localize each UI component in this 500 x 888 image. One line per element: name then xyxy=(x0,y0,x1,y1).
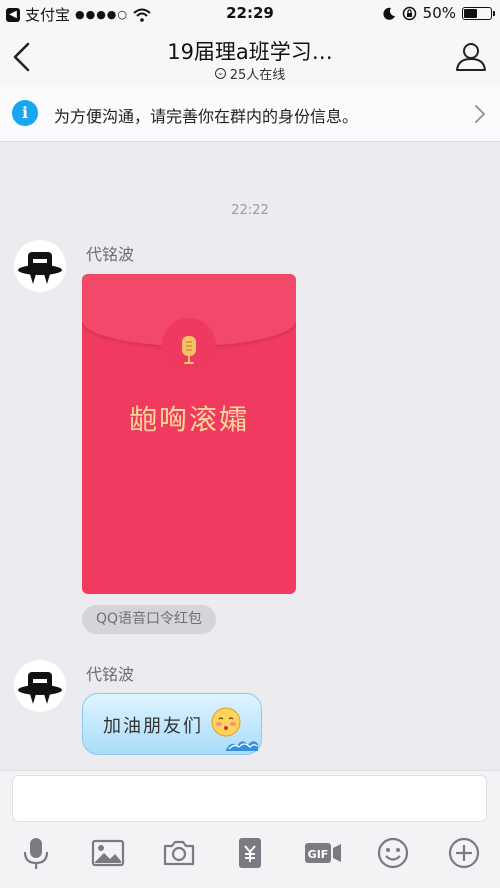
input-toolbar: GIF xyxy=(0,835,500,877)
nav-bar: 19届理a班学习… ⌄ 25人在线 xyxy=(0,28,500,86)
message-text: 加油朋友们 xyxy=(103,716,203,737)
plus-icon[interactable] xyxy=(446,835,482,871)
camera-icon[interactable] xyxy=(161,835,197,871)
status-right: 50% xyxy=(383,4,495,22)
online-count: ⌄ 25人在线 xyxy=(150,64,350,83)
red-packet-card[interactable]: 龅哅滚孀 xyxy=(82,274,296,594)
message-bubble[interactable]: 加油朋友们 xyxy=(82,693,262,755)
microphone-icon[interactable] xyxy=(18,835,54,871)
battery-level xyxy=(464,8,477,18)
rotation-lock-icon xyxy=(402,6,416,20)
input-area: GIF xyxy=(0,770,500,888)
avatar-hat-icon xyxy=(18,672,62,704)
emoji-icon[interactable] xyxy=(375,835,411,871)
sender-name: 代铭波 xyxy=(86,665,135,684)
microphone-icon xyxy=(182,336,196,364)
notice-text: 为方便沟通，请完善你在群内的身份信息。 xyxy=(54,107,359,126)
status-bar: ◀ 支付宝 ●●●●○ 22:29 50% xyxy=(0,0,500,28)
battery-icon xyxy=(462,6,495,20)
packet-password-text: 龅哅滚孀 xyxy=(128,403,249,436)
info-icon: i xyxy=(12,100,38,126)
online-count-label: 25人在线 xyxy=(229,68,286,83)
identity-notice[interactable]: i 为方便沟通，请完善你在群内的身份信息。 xyxy=(0,86,500,142)
chevron-right-icon xyxy=(475,105,485,123)
moon-icon xyxy=(383,7,395,20)
avatar-hat-icon xyxy=(18,252,62,284)
image-icon[interactable] xyxy=(90,835,126,871)
wave-icon xyxy=(226,741,258,751)
chat-timestamp: 22:22 xyxy=(231,203,269,218)
svg-text:GIF: GIF xyxy=(308,848,329,861)
red-packet-type-label: QQ语音口令红包 xyxy=(82,605,217,634)
red-packet-icon[interactable] xyxy=(232,835,268,871)
avatar[interactable] xyxy=(14,240,66,292)
chevron-down-icon: ⌄ xyxy=(214,68,226,79)
gif-icon[interactable]: GIF xyxy=(303,835,343,871)
message-input[interactable] xyxy=(12,775,487,822)
page-title[interactable]: 19届理a班学习… xyxy=(100,36,400,66)
back-arrow-icon[interactable] xyxy=(8,40,38,74)
profile-icon[interactable] xyxy=(454,40,488,72)
sender-name: 代铭波 xyxy=(86,245,135,264)
avatar[interactable] xyxy=(14,660,66,712)
battery-percent: 50% xyxy=(422,4,456,22)
